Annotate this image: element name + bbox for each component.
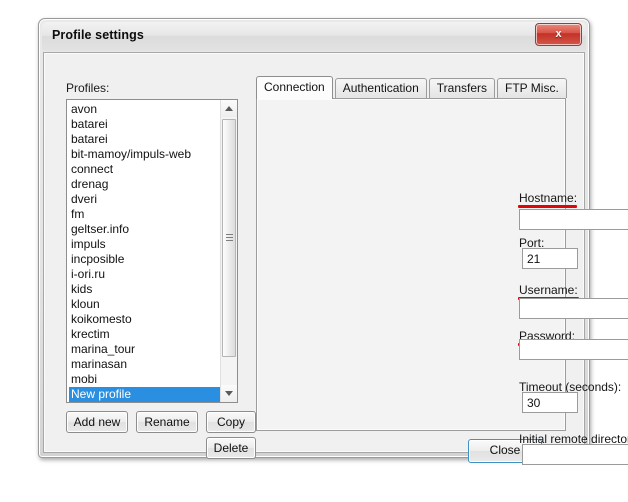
list-item[interactable]: dveri (69, 192, 220, 207)
list-item[interactable]: incposible (69, 252, 220, 267)
list-item[interactable]: orbita (69, 402, 220, 403)
title-bar: Profile settings x (42, 22, 586, 51)
list-item[interactable]: marinasan (69, 357, 220, 372)
scrollbar-thumb[interactable] (222, 119, 236, 357)
list-item[interactable]: avon (69, 102, 220, 117)
list-item[interactable]: kids (69, 282, 220, 297)
list-item[interactable]: connect (69, 162, 220, 177)
list-item[interactable]: kloun (69, 297, 220, 312)
list-item[interactable]: batarei (69, 132, 220, 147)
settings-tabstrip[interactable]: Connection Authentication Transfers FTP Mis… (256, 76, 584, 118)
scroll-down-arrow-icon[interactable] (221, 385, 237, 402)
tab-ftp-misc[interactable]: FTP Misc. (497, 78, 567, 98)
delete-button[interactable]: Delete (206, 437, 256, 459)
timeout-input[interactable] (522, 392, 578, 413)
username-input[interactable] (519, 298, 628, 319)
password-input[interactable] (519, 339, 628, 360)
list-item[interactable]: i-ori.ru (69, 267, 220, 282)
list-item[interactable]: krectim (69, 327, 220, 342)
scroll-up-arrow-icon[interactable] (221, 100, 237, 117)
list-item[interactable]: koikomesto (69, 312, 220, 327)
initial-remote-directory-input[interactable] (522, 444, 628, 465)
list-item[interactable]: New profile (69, 387, 220, 402)
list-item[interactable]: marina_tour (69, 342, 220, 357)
hostname-input[interactable] (519, 209, 628, 230)
scrollbar-grip-icon (226, 234, 233, 242)
list-item[interactable]: fm (69, 207, 220, 222)
list-item[interactable]: drenag (69, 177, 220, 192)
username-label: Username: (519, 283, 578, 297)
profiles-list[interactable]: avon batarei batarei bit-mamoy/impuls-web co… (67, 100, 220, 402)
connection-tab-panel: Hostname: Connection type: FTP Port: Use… (256, 98, 628, 465)
list-item[interactable]: batarei (69, 117, 220, 132)
profiles-label: Profiles: (66, 81, 110, 95)
profile-settings-dialog: Profile settings x Profiles: avon batarei… (38, 18, 628, 465)
tab-connection[interactable]: Connection (256, 76, 333, 99)
add-new-button[interactable]: Add new (66, 411, 128, 433)
list-item[interactable]: bit-mamoy/impuls-web (69, 147, 220, 162)
profiles-scrollbar[interactable] (220, 100, 237, 402)
list-item[interactable]: geltser.info (69, 222, 220, 237)
port-input[interactable] (522, 248, 578, 269)
scroll-up-arrow-glyph (225, 106, 233, 111)
window-title: Profile settings (52, 28, 144, 42)
hostname-annotation-underline (518, 205, 577, 208)
scroll-down-arrow-glyph (225, 391, 233, 396)
dialog-client-area: Profiles: avon batarei batarei bit-mamoy/im… (43, 52, 628, 465)
list-item[interactable]: impuls (69, 237, 220, 252)
tab-authentication[interactable]: Authentication (334, 78, 427, 98)
rename-button[interactable]: Rename (136, 411, 198, 433)
tab-transfers[interactable]: Transfers (428, 78, 496, 98)
copy-button[interactable]: Copy (206, 411, 256, 433)
profiles-listbox[interactable]: avon batarei batarei bit-mamoy/impuls-web co… (66, 99, 238, 403)
close-icon[interactable]: x (535, 23, 582, 46)
list-item[interactable]: mobi (69, 372, 220, 387)
hostname-label: Hostname: (519, 191, 578, 205)
